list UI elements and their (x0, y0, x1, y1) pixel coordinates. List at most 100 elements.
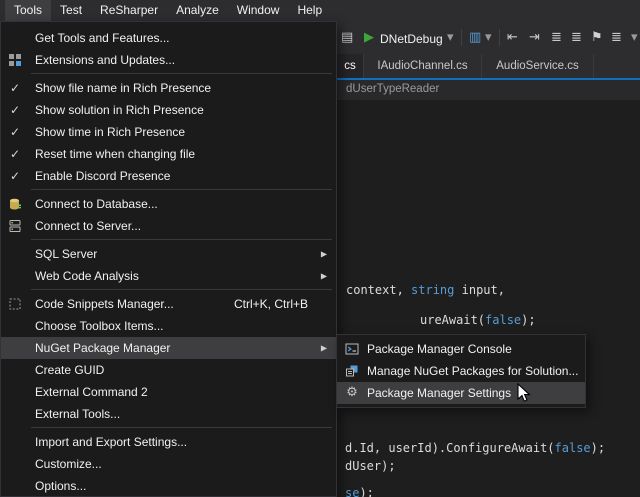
code-segment: se (345, 486, 359, 497)
submenu-arrow-icon: ▶ (321, 250, 327, 259)
list-members-icon[interactable]: ≣ (611, 30, 622, 46)
menu-item-label: Code Snippets Manager... (35, 297, 174, 311)
nuget-package-icon (337, 364, 367, 378)
submenu-item-label: Package Manager Console (367, 342, 512, 356)
code-line: se); (345, 486, 374, 497)
menu-item-label: Extensions and Updates... (35, 53, 175, 67)
tools-menu: Get Tools and Features... Extensions and … (0, 21, 337, 497)
menu-item-label: Get Tools and Features... (35, 31, 170, 45)
menu-item-web-code-analysis[interactable]: Web Code Analysis ▶ (1, 265, 336, 287)
menubar-item-resharper[interactable]: ReSharper (91, 0, 167, 21)
code-segment: dUser); (345, 459, 396, 473)
checkmark-icon: ✓ (1, 169, 29, 183)
menu-item-shortcut: Ctrl+K, Ctrl+B (234, 297, 308, 311)
submenu-item-label: Package Manager Settings (367, 386, 511, 400)
code-segment: ); (521, 313, 535, 327)
menu-item-label: Show file name in Rich Presence (35, 81, 211, 95)
bookmark-icon[interactable]: ⚑ (591, 30, 603, 46)
code-segment: ); (359, 486, 373, 497)
code-segment: ); (591, 441, 605, 455)
code-segment: string (411, 283, 454, 297)
submenu-arrow-icon: ▶ (321, 272, 327, 281)
menubar-item-analyze[interactable]: Analyze (167, 0, 228, 21)
menu-item-get-tools-and-features[interactable]: Get Tools and Features... (1, 27, 336, 49)
code-line: dUser); (345, 459, 396, 473)
menu-item-label: Web Code Analysis (35, 269, 139, 283)
menu-item-connect-to-server[interactable]: Connect to Server... (1, 215, 336, 237)
debug-target-caret-icon[interactable]: ▾ (447, 30, 454, 46)
tab-label: cs (344, 60, 356, 72)
run-icon[interactable]: ▶ (364, 30, 374, 46)
menubar-item-test[interactable]: Test (51, 0, 91, 21)
menu-item-create-guid[interactable]: Create GUID (1, 359, 336, 381)
menubar-item-help[interactable]: Help (288, 0, 331, 21)
menu-item-extensions-and-updates[interactable]: Extensions and Updates... (1, 49, 336, 71)
tab-label: IAudioChannel.cs (377, 60, 467, 72)
menu-item-nuget-package-manager[interactable]: NuGet Package Manager▶ (1, 337, 336, 359)
menu-item-code-snippets-manager[interactable]: Code Snippets Manager... Ctrl+K, Ctrl+B (1, 293, 336, 315)
menu-item-external-tools[interactable]: External Tools... (1, 403, 336, 425)
menu-item-show-file-name-in-rich-presence[interactable]: ✓ Show file name in Rich Presence (1, 77, 336, 99)
toolbar-separator (461, 29, 462, 46)
debug-target-label[interactable]: DNetDebug (380, 32, 443, 46)
menu-item-import-and-export-settings[interactable]: Import and Export Settings... (1, 431, 336, 453)
menu-item-options[interactable]: Options... (1, 475, 336, 497)
menu-item-label: Show solution in Rich Presence (35, 103, 204, 117)
checkmark-icon: ✓ (1, 81, 29, 95)
code-segment: ureAwait( (420, 313, 485, 327)
code-segment: context, (346, 283, 411, 297)
menu-item-reset-time-when-changing-file[interactable]: ✓ Reset time when changing file (1, 143, 336, 165)
menu-item-enable-discord-presence[interactable]: ✓Enable Discord Presence (1, 165, 336, 187)
code-line: d.Id, userId).ConfigureAwait(false); (345, 441, 605, 455)
navigate-forward-icon[interactable]: ⇥ (529, 30, 540, 46)
nuget-submenu: Package Manager Console Manage NuGet Pack… (336, 334, 586, 408)
menu-item-label: NuGet Package Manager (35, 341, 170, 355)
navigate-back-icon[interactable]: ⇤ (507, 30, 518, 46)
code-line: ureAwait(false); (420, 313, 536, 327)
submenu-item-manage-nuget-packages-for-solution[interactable]: Manage NuGet Packages for Solution... (337, 360, 585, 382)
window-grid-icon[interactable]: ▤ (341, 30, 353, 46)
menu-item-label: Import and Export Settings... (35, 435, 187, 449)
menu-item-label: Options... (35, 479, 86, 493)
menu-item-show-time-in-rich-presence[interactable]: ✓Show time in Rich Presence (1, 121, 336, 143)
menu-item-sql-server[interactable]: SQL Server ▶ (1, 243, 336, 265)
database-icon (1, 197, 29, 211)
toolbar-separator (499, 29, 500, 46)
code-segment: false (485, 313, 521, 327)
tab-iaudiochannel-cs[interactable]: IAudioChannel.cs (364, 54, 482, 78)
line-outdent-icon[interactable]: ≣ (571, 30, 582, 46)
menu-item-connect-to-database[interactable]: Connect to Database... (1, 193, 336, 215)
menu-item-customize[interactable]: Customize... (1, 453, 336, 475)
checkmark-icon: ✓ (1, 147, 29, 161)
menu-item-label: Connect to Server... (35, 219, 141, 233)
menubar-item-tools[interactable]: Tools (5, 0, 51, 21)
gear-icon: ⚙ (337, 386, 367, 400)
menu-item-label: Create GUID (35, 363, 104, 377)
submenu-item-package-manager-settings[interactable]: ⚙Package Manager Settings (337, 382, 585, 404)
menu-item-label: External Tools... (35, 407, 120, 421)
menu-item-label: Reset time when changing file (35, 147, 195, 161)
code-segment: false (555, 441, 591, 455)
toolbar-overflow-icon[interactable]: ▾ (631, 30, 638, 46)
menu-item-show-solution-in-rich-presence[interactable]: ✓Show solution in Rich Presence (1, 99, 336, 121)
tab-cs[interactable]: cs (337, 54, 364, 78)
submenu-item-label: Manage NuGet Packages for Solution... (367, 364, 578, 378)
menu-item-external-command-2[interactable]: External Command 2 (1, 381, 336, 403)
menu-item-label: Connect to Database... (35, 197, 158, 211)
menu-item-label: Choose Toolbox Items... (35, 319, 164, 333)
line-indent-icon[interactable]: ≣ (551, 30, 562, 46)
server-icon (1, 219, 29, 233)
code-segment: input, (454, 283, 505, 297)
menu-item-label: SQL Server (35, 247, 97, 261)
menu-item-choose-toolbox-items[interactable]: Choose Toolbox Items... (1, 315, 336, 337)
submenu-item-package-manager-console[interactable]: Package Manager Console (337, 338, 585, 360)
menu-item-label: Customize... (35, 457, 102, 471)
menu-item-label: External Command 2 (35, 385, 148, 399)
tool-window-caret-icon[interactable]: ▾ (485, 30, 492, 46)
code-line: context, string input, (346, 283, 505, 297)
tool-window-icon[interactable]: ▥ (469, 30, 481, 46)
breadcrumb: dUserTypeReader (346, 83, 439, 95)
checkmark-icon: ✓ (1, 125, 29, 139)
menubar-item-window[interactable]: Window (228, 0, 289, 21)
tab-audioservice-cs[interactable]: AudioService.cs (482, 54, 594, 78)
